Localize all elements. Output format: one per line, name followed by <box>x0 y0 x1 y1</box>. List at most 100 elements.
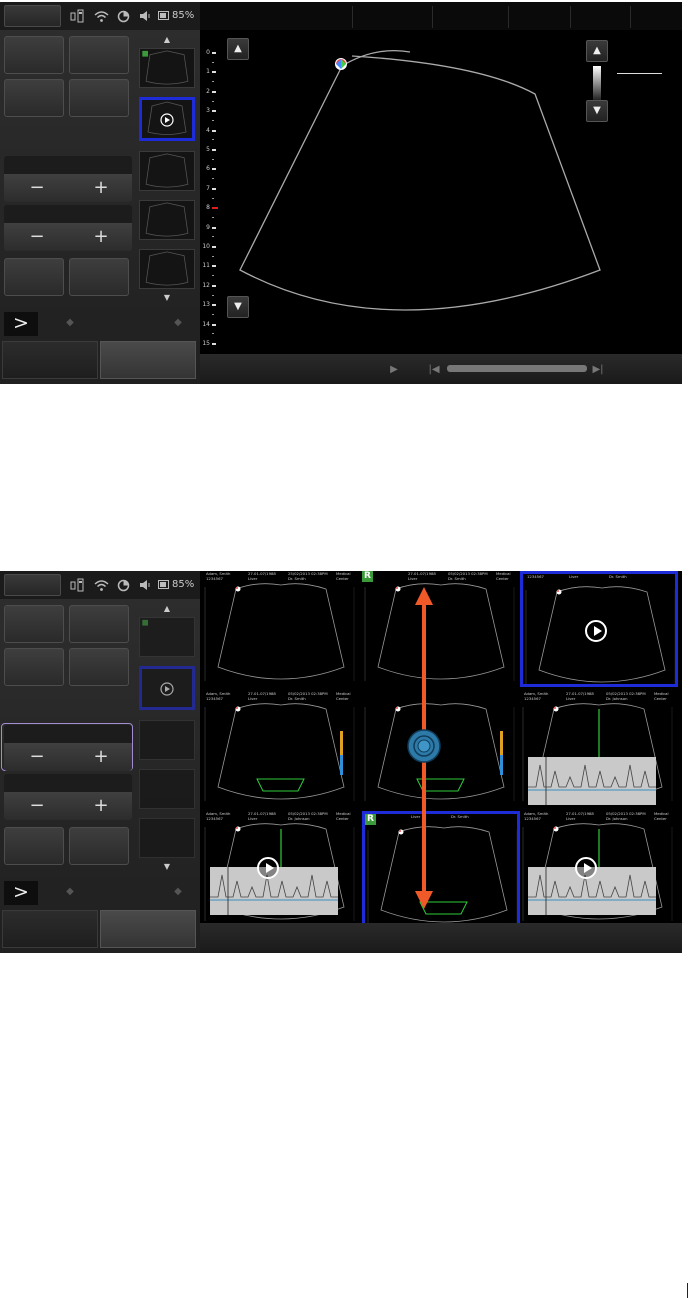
preset-button[interactable] <box>4 36 64 74</box>
preset-button[interactable] <box>4 79 64 117</box>
mode-button[interactable] <box>100 910 196 948</box>
preset-button[interactable] <box>69 258 129 296</box>
image-cell[interactable]: Adam, Smith 1234567 27.01.07/1988 Liver 05… <box>520 811 678 927</box>
cell-info-patient: 1234567 <box>527 574 544 579</box>
cell-info-date: Dr. Smith <box>451 814 469 819</box>
storage-icon <box>70 9 85 23</box>
preset-button[interactable] <box>69 648 129 686</box>
thumbnail[interactable] <box>139 769 195 809</box>
scroll-up-icon[interactable]: ▲ <box>162 605 172 613</box>
decrease-button[interactable]: − <box>22 225 52 249</box>
thumbnail[interactable] <box>139 720 195 760</box>
cell-info-date: 05/02/2013 02:38PM Dr. Johnson <box>606 691 646 701</box>
thumbnail-selected[interactable] <box>139 97 195 141</box>
image-cell[interactable] <box>362 691 520 807</box>
thumbnail[interactable] <box>139 249 195 289</box>
decrease-button[interactable]: − <box>22 176 52 200</box>
cell-info-exam: 27.01.07/1988 Liver <box>566 691 594 701</box>
image-cell[interactable]: Liver Dr. Smith R <box>362 811 520 927</box>
battery-icon <box>158 578 170 592</box>
image-cell[interactable]: Adam, Smith 1234567 27.01.07/1988 Liver 05… <box>202 811 360 927</box>
thumbnail[interactable] <box>139 617 195 657</box>
battery-percentage: 85% <box>172 10 195 21</box>
depth-up-button[interactable]: ▲ <box>227 38 249 60</box>
decrease-button[interactable]: − <box>22 745 52 769</box>
cell-info-date: 05/02/2013 02:38PM Dr. Johnson <box>606 811 646 821</box>
skip-end-icon[interactable]: ▶| <box>586 360 610 380</box>
cell-info-exam: 27.01.07/1988 Liver <box>408 571 436 581</box>
cell-info-date: 05/02/2013 02:38PM Dr. Smith <box>288 691 328 701</box>
play-icon[interactable] <box>575 857 597 879</box>
gain-down-button[interactable]: ▼ <box>586 100 608 122</box>
cell-info-exam: 27.01.07/1988 Liver <box>566 811 594 821</box>
left-nav-icon[interactable]: ◆ <box>63 886 77 898</box>
status-button[interactable] <box>4 5 61 27</box>
skip-start-icon[interactable]: |◀ <box>422 360 446 380</box>
cell-info-patient: Adam, Smith 1234567 <box>524 691 549 701</box>
control-panel: 85% − + − + ▲ ▼ > ◆ ◆ <box>0 2 200 384</box>
cell-info-exam: 27.01.07/1988 Liver <box>248 691 276 701</box>
preset-button[interactable] <box>69 79 129 117</box>
increase-button[interactable]: + <box>86 794 116 818</box>
multi-view-screen: 85% − + − + ▲ ▼ > ◆ ◆ Adam, Smith 123456… <box>0 571 682 953</box>
image-cell[interactable]: 1234567 Liver Dr. Smith <box>520 571 678 687</box>
play-icon[interactable]: ▶ <box>382 360 406 380</box>
ultrasound-sector <box>364 583 515 681</box>
image-cell[interactable]: Adam, Smith 1234567 27.01.07/1988 Liver 05… <box>202 691 360 807</box>
scroll-down-icon[interactable]: ▼ <box>162 863 172 871</box>
cell-info-site: Medical Center <box>654 811 669 821</box>
cell-info-exam: 27.01.07/1988 Liver <box>248 571 276 581</box>
preset-button[interactable] <box>69 605 129 643</box>
image-cell[interactable]: 27.01.07/1988 Liver 05/02/2013 02:38PM Dr… <box>362 571 520 687</box>
mode-button[interactable] <box>2 910 98 948</box>
decrease-button[interactable]: − <box>22 794 52 818</box>
thumbnail-selected[interactable] <box>139 666 195 710</box>
preset-button[interactable] <box>4 258 64 296</box>
image-viewport: 0 1 2 3 4 5 6 7 8 9 10 11 12 13 14 15 ▲ ▼ ▲ ▼ ▶ |◀ ▶| <box>200 2 682 384</box>
increase-button[interactable]: + <box>86 745 116 769</box>
wifi-icon <box>94 578 109 592</box>
status-button[interactable] <box>4 574 61 596</box>
image-cell[interactable]: Adam, Smith 1234567 27.01.07/1988 Liver 25… <box>202 571 360 687</box>
increase-button[interactable]: + <box>86 176 116 200</box>
left-nav-icon[interactable]: ◆ <box>63 317 77 329</box>
value-stepper: − + <box>4 725 132 771</box>
preset-button[interactable] <box>4 827 64 865</box>
increase-button[interactable]: + <box>86 225 116 249</box>
gain-up-button[interactable]: ▲ <box>586 40 608 62</box>
preset-button[interactable] <box>4 648 64 686</box>
preset-button[interactable] <box>69 36 129 74</box>
power-icon <box>116 9 131 23</box>
mode-button[interactable] <box>2 341 98 379</box>
preset-button[interactable] <box>69 827 129 865</box>
cine-progress-bar[interactable] <box>447 365 587 372</box>
thumbnail[interactable] <box>139 818 195 858</box>
thumbnail[interactable] <box>139 200 195 240</box>
expand-chevron-icon[interactable]: > <box>4 881 38 905</box>
r-badge-icon: R <box>362 571 373 582</box>
thumbnail[interactable] <box>139 48 195 88</box>
ultrasound-sector <box>367 826 517 924</box>
scroll-down-icon[interactable]: ▼ <box>162 294 172 302</box>
mode-button[interactable] <box>100 341 196 379</box>
ultrasound-sector <box>204 703 355 801</box>
depth-down-button[interactable]: ▼ <box>227 296 249 318</box>
power-icon <box>116 578 131 592</box>
scroll-up-icon[interactable]: ▲ <box>162 36 172 44</box>
cell-info-date: 25/02/2013 02:38PM Dr. Smith <box>288 571 328 581</box>
speaker-icon <box>138 578 153 592</box>
play-icon[interactable] <box>585 620 607 642</box>
image-cell[interactable]: Adam, Smith 1234567 27.01.07/1988 Liver 05… <box>520 691 678 807</box>
cell-info-date: Dr. Smith <box>609 574 627 579</box>
play-icon[interactable] <box>257 857 279 879</box>
expand-chevron-icon[interactable]: > <box>4 312 38 336</box>
right-nav-icon[interactable]: ◆ <box>171 886 185 898</box>
right-nav-icon[interactable]: ◆ <box>171 317 185 329</box>
cell-info-patient: Adam, Smith 1234567 <box>206 571 231 581</box>
speaker-icon <box>138 9 153 23</box>
cell-info-site: Medical Center <box>496 571 511 581</box>
preset-button[interactable] <box>4 605 64 643</box>
thumbnail[interactable] <box>139 151 195 191</box>
r-badge-icon: R <box>365 814 376 825</box>
cell-info-patient: Adam, Smith 1234567 <box>524 811 549 821</box>
